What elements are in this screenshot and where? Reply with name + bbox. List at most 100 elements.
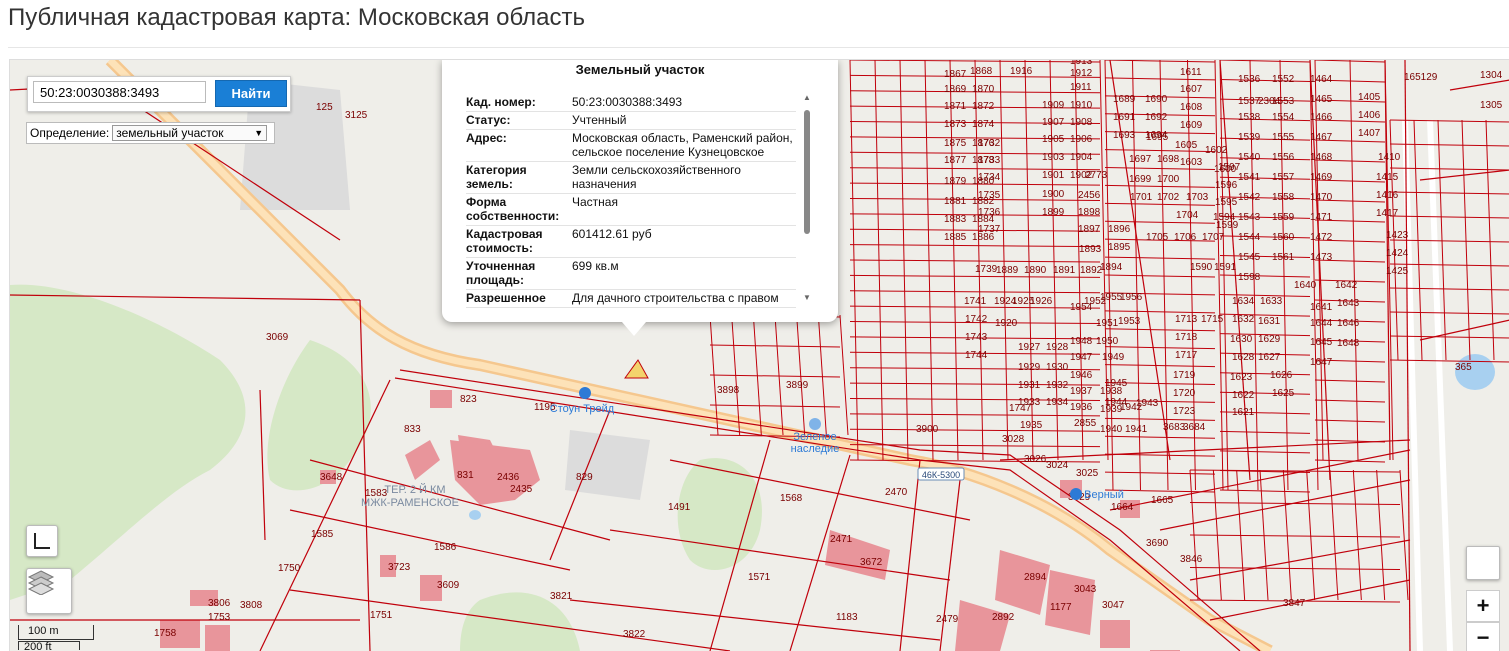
- parcel-number[interactable]: 1424: [1386, 248, 1409, 259]
- parcel-number[interactable]: 1898: [1078, 207, 1101, 218]
- parcel-number[interactable]: 1950: [1096, 336, 1119, 347]
- poi-label-stone-trade[interactable]: Стоун Трейд: [550, 403, 615, 415]
- parcel-number[interactable]: 1410: [1378, 152, 1401, 163]
- parcel-number[interactable]: 1720: [1173, 388, 1196, 399]
- parcel-number[interactable]: 1891: [1053, 265, 1076, 276]
- popup-scrollbar[interactable]: ▲ ▼: [802, 94, 812, 310]
- parcel-number[interactable]: 1305: [1480, 100, 1503, 111]
- parcel-number[interactable]: 1905: [1042, 134, 1065, 145]
- parcel-number[interactable]: 1598: [1238, 272, 1261, 283]
- parcel-number[interactable]: 1695: [1146, 132, 1169, 143]
- parcel-number[interactable]: 1621: [1232, 407, 1255, 418]
- parcel-number[interactable]: 3821: [550, 591, 573, 602]
- parcel-number[interactable]: 2894: [1024, 572, 1047, 583]
- parcel-number[interactable]: 1586: [434, 542, 457, 553]
- parcel-number[interactable]: 3690: [1146, 538, 1169, 549]
- parcel-number[interactable]: 1751: [370, 610, 393, 621]
- parcel-number[interactable]: 1692: [1145, 112, 1168, 123]
- parcel-number[interactable]: 3847: [1283, 598, 1306, 609]
- parcel-number[interactable]: 3672: [860, 557, 883, 568]
- parcel-number[interactable]: 1473: [1310, 252, 1333, 263]
- parcel-number[interactable]: 1871: [944, 101, 967, 112]
- parcel-number[interactable]: 2773: [1085, 170, 1108, 181]
- parcel-number[interactable]: 1634: [1232, 296, 1255, 307]
- parcel-number[interactable]: 1717: [1175, 350, 1198, 361]
- parcel-number[interactable]: 1933: [1018, 397, 1041, 408]
- parcel-number[interactable]: 1704: [1176, 210, 1199, 221]
- parcel-number[interactable]: 1596: [1215, 180, 1238, 191]
- parcel-number[interactable]: 2304: [1258, 96, 1281, 107]
- parcel-number[interactable]: 1464: [1310, 74, 1333, 85]
- parcel-number[interactable]: 3028: [1002, 434, 1025, 445]
- parcel-number[interactable]: 1883: [944, 214, 967, 225]
- parcel-number[interactable]: 1554: [1272, 112, 1295, 123]
- parcel-number[interactable]: 1633: [1260, 296, 1283, 307]
- parcel-number[interactable]: 1415: [1376, 172, 1399, 183]
- parcel-number[interactable]: 1743: [965, 332, 988, 343]
- cadastral-map[interactable]: 3125 125 3069 823 1195 833 831 2436 2435 829 3648 1…: [9, 59, 1509, 651]
- parcel-number[interactable]: 1590: [1190, 262, 1213, 273]
- parcel-number[interactable]: 1645: [1310, 337, 1333, 348]
- parcel-number[interactable]: 1705: [1146, 232, 1169, 243]
- parcel-number[interactable]: 1691: [1113, 112, 1136, 123]
- parcel-number[interactable]: 1894: [1100, 262, 1123, 273]
- parcel-number[interactable]: 1943: [1136, 398, 1159, 409]
- parcel-number[interactable]: 1909: [1042, 100, 1065, 111]
- parcel-number[interactable]: 1630: [1230, 334, 1253, 345]
- parcel-number[interactable]: 1540: [1238, 152, 1261, 163]
- parcel-number[interactable]: 1893: [1079, 244, 1102, 255]
- parcel-number[interactable]: 1183: [836, 612, 858, 623]
- parcel-number[interactable]: 1595: [1215, 197, 1238, 208]
- parcel-number[interactable]: 1568: [780, 493, 803, 504]
- parcel-number[interactable]: 1470: [1310, 192, 1333, 203]
- parcel-number[interactable]: 1640: [1294, 280, 1317, 291]
- parcel-number[interactable]: 1605: [1175, 140, 1198, 151]
- parcel-number[interactable]: 1916: [1010, 66, 1033, 77]
- parcel-number[interactable]: 1954: [1070, 302, 1093, 313]
- parcel-number[interactable]: 1644: [1310, 318, 1333, 329]
- parcel-number[interactable]: 1940: [1100, 424, 1123, 435]
- parcel-number[interactable]: 3648: [320, 472, 343, 483]
- parcel-number[interactable]: 2892: [992, 612, 1015, 623]
- poi-label-verny[interactable]: Верный: [1084, 489, 1124, 501]
- parcel-number[interactable]: 1416: [1376, 190, 1399, 201]
- parcel-number[interactable]: 1559: [1272, 212, 1295, 223]
- parcel-number[interactable]: 1879: [944, 176, 967, 187]
- parcel-number[interactable]: 1899: [1042, 207, 1065, 218]
- parcel-number[interactable]: 1941: [1125, 424, 1148, 435]
- parcel-number[interactable]: 1951: [1096, 318, 1119, 329]
- parcel-number[interactable]: 3043: [1074, 584, 1097, 595]
- parcel-number[interactable]: 1934: [1046, 397, 1069, 408]
- parcel-number[interactable]: 1870: [972, 84, 995, 95]
- parcel-number[interactable]: 1608: [1180, 102, 1203, 113]
- parcel-number[interactable]: 1877: [944, 155, 967, 166]
- parcel-number[interactable]: 1542: [1238, 192, 1261, 203]
- parcel-number[interactable]: 3846: [1180, 554, 1203, 565]
- parcel-number[interactable]: 1699: [1129, 174, 1152, 185]
- parcel-number[interactable]: 1628: [1232, 352, 1255, 363]
- parcel-number[interactable]: 1889: [996, 265, 1019, 276]
- poi-pin[interactable]: [809, 418, 821, 430]
- parcel-number[interactable]: 1622: [1232, 390, 1255, 401]
- parcel-number[interactable]: 1647: [1310, 357, 1333, 368]
- poi-pin[interactable]: [579, 387, 591, 399]
- parcel-number[interactable]: 1903: [1042, 152, 1065, 163]
- parcel-number[interactable]: 1897: [1078, 224, 1101, 235]
- parcel-number[interactable]: 2435: [510, 484, 533, 495]
- parcel-number[interactable]: 1561: [1272, 252, 1295, 263]
- parcel-number[interactable]: 1585: [311, 529, 334, 540]
- scroll-down-icon[interactable]: ▼: [802, 294, 812, 302]
- parcel-number[interactable]: 1632: [1232, 314, 1255, 325]
- parcel-number[interactable]: 1935: [1020, 420, 1043, 431]
- parcel-number[interactable]: 1715: [1201, 314, 1224, 325]
- parcel-number[interactable]: 833: [404, 424, 421, 435]
- parcel-number[interactable]: 1920: [995, 318, 1018, 329]
- parcel-number[interactable]: 1875: [944, 138, 967, 149]
- parcel-number[interactable]: 1904: [1070, 152, 1093, 163]
- parcel-number[interactable]: 1417: [1376, 208, 1399, 219]
- parcel-number[interactable]: 1599: [1216, 220, 1239, 231]
- parcel-number[interactable]: 1868: [970, 66, 993, 77]
- parcel-number[interactable]: 1881: [944, 196, 967, 207]
- parcel-number[interactable]: 1929: [1018, 362, 1041, 373]
- parcel-number[interactable]: 1689: [1113, 94, 1136, 105]
